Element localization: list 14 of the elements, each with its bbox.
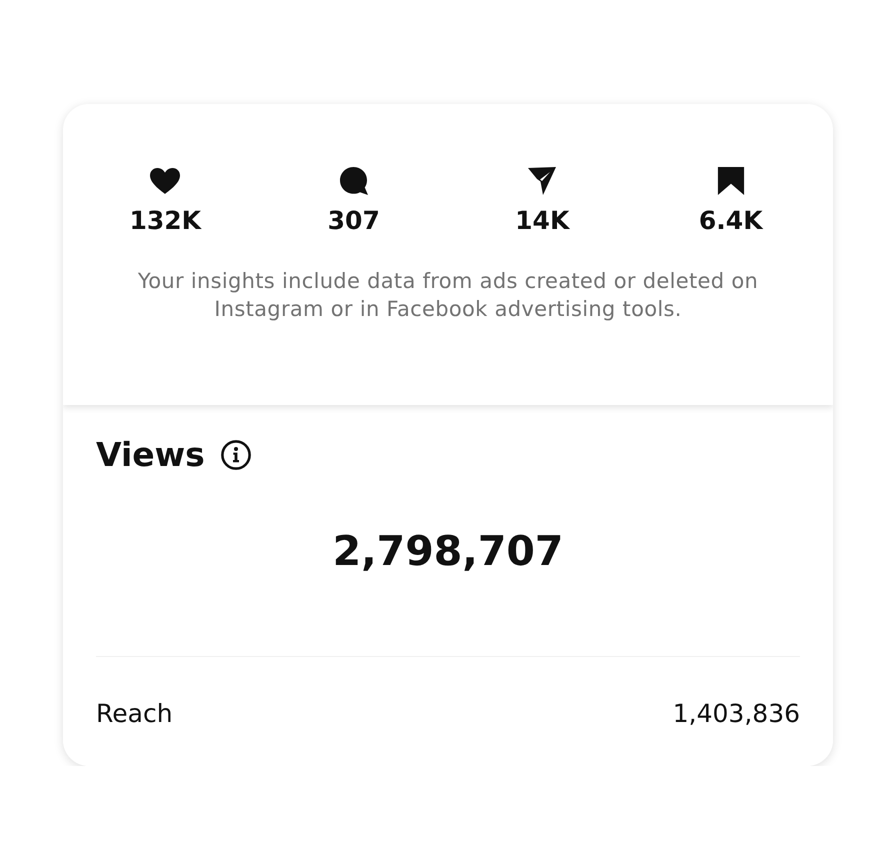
stat-value: 132K xyxy=(129,207,202,234)
speech-bubble-icon xyxy=(338,167,369,195)
views-title: Views xyxy=(96,437,205,474)
info-icon[interactable] xyxy=(220,440,251,470)
stat-value: 307 xyxy=(328,207,380,234)
stat-value: 6.4K xyxy=(698,207,763,234)
bookmark-icon xyxy=(716,167,746,195)
metric-label: Reach xyxy=(96,698,173,730)
heart-icon xyxy=(150,167,180,195)
paper-plane-icon xyxy=(527,167,558,195)
insights-note: Your insights include data from ads created or deleted on Instagram or in Facebook advertising tools. xyxy=(136,268,760,322)
views-total: 2,798,707 xyxy=(332,529,564,574)
metric-value: 1,403,836 xyxy=(672,698,800,730)
stat-value: 14K xyxy=(515,207,570,234)
